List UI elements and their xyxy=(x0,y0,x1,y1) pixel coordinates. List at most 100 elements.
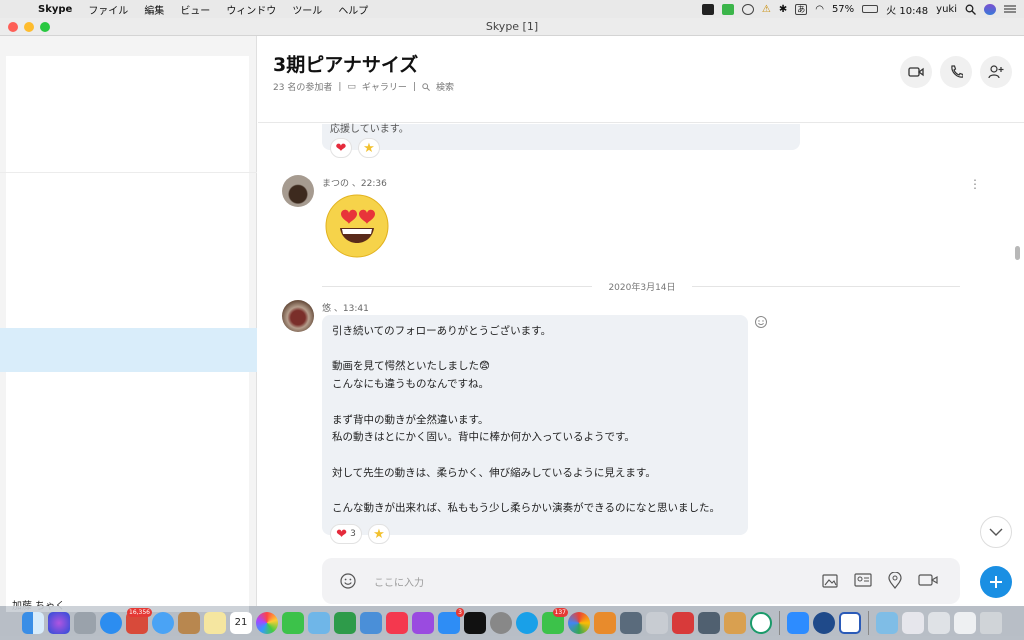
document-stack-icon[interactable] xyxy=(928,612,950,634)
media-status-icon[interactable] xyxy=(701,3,714,15)
facetime-icon[interactable] xyxy=(282,612,304,634)
app-icon[interactable] xyxy=(620,612,642,634)
video-call-button[interactable] xyxy=(900,56,932,88)
chat-scrollbar-thumb[interactable] xyxy=(1015,246,1020,260)
zoom-window-button[interactable] xyxy=(40,22,50,32)
dock-separator xyxy=(868,611,869,635)
chrome-icon[interactable] xyxy=(568,612,590,634)
badge: 137 xyxy=(552,608,568,617)
reaction-heart[interactable]: ❤ 3 xyxy=(330,524,362,544)
emoji-picker-icon[interactable] xyxy=(340,573,356,589)
photos-library-icon[interactable]: 16,356 xyxy=(126,608,152,634)
message-meta: まつの 、22:36 xyxy=(322,179,387,189)
subheader-separator: | xyxy=(338,81,342,92)
search-link[interactable]: 検索 xyxy=(436,80,454,93)
launchpad-icon[interactable] xyxy=(74,612,96,634)
message-bubble-previous[interactable]: 応援しています。 xyxy=(322,124,800,150)
heart-icon: ❤ xyxy=(335,140,347,156)
message-composer: ここに入力 xyxy=(322,558,960,604)
safari-extension-icon[interactable] xyxy=(646,612,668,634)
music-icon[interactable] xyxy=(386,612,408,634)
clock[interactable]: 火 10:48 xyxy=(886,2,928,17)
avatar[interactable] xyxy=(282,300,314,332)
dock-separator xyxy=(779,611,780,635)
video-camera-icon xyxy=(908,67,924,77)
menu-app-name[interactable]: Skype xyxy=(30,4,80,15)
app-store-icon[interactable]: 3 xyxy=(438,608,464,634)
trash-icon[interactable] xyxy=(980,612,1002,634)
preview-icon[interactable] xyxy=(308,612,330,634)
calendar-icon[interactable]: 21 xyxy=(230,612,252,634)
battery-icon[interactable] xyxy=(862,5,879,13)
participants-link[interactable]: 23 名の参加者 xyxy=(273,80,332,93)
avatar[interactable] xyxy=(282,175,314,207)
reaction-count: 3 xyxy=(350,529,356,539)
safari-icon[interactable] xyxy=(100,612,122,634)
keynote-icon[interactable] xyxy=(360,612,382,634)
contact-card-icon[interactable] xyxy=(854,572,872,588)
app-icon[interactable] xyxy=(672,612,694,634)
spotlight-search-icon[interactable] xyxy=(965,4,976,15)
document-stack-icon[interactable] xyxy=(954,612,976,634)
message-bubble[interactable]: 引き続いてのフォローありがとうございます。 動画を見て愕然といたしました😨 こん… xyxy=(322,315,748,535)
previous-message-text: 応援しています。 xyxy=(330,124,409,135)
mail-app-icon[interactable] xyxy=(698,612,720,634)
quicktime-icon[interactable] xyxy=(813,612,835,634)
user-name[interactable]: yuki xyxy=(936,4,957,15)
control-center-icon[interactable] xyxy=(1004,4,1016,14)
v-app-icon[interactable] xyxy=(839,612,861,634)
battery-percent[interactable]: 57% xyxy=(832,4,854,15)
add-reaction-icon[interactable] xyxy=(754,315,768,329)
close-window-button[interactable] xyxy=(8,22,18,32)
add-participant-button[interactable] xyxy=(980,56,1012,88)
numbers-icon[interactable] xyxy=(334,612,356,634)
ime-indicator[interactable]: あ xyxy=(795,3,808,15)
books-icon[interactable] xyxy=(594,612,616,634)
downloads-folder-icon[interactable] xyxy=(876,612,898,634)
menu-edit[interactable]: 編集 xyxy=(136,2,172,17)
line-dock-icon[interactable]: 137 xyxy=(542,608,568,634)
menu-help[interactable]: ヘルプ xyxy=(330,2,376,17)
messages-icon[interactable] xyxy=(152,612,174,634)
zoom-icon[interactable] xyxy=(787,612,809,634)
podcasts-icon[interactable] xyxy=(412,612,434,634)
menu-window[interactable]: ウィンドウ xyxy=(218,2,284,17)
add-content-button[interactable] xyxy=(980,566,1012,598)
skype-dock-icon[interactable] xyxy=(516,612,538,634)
sidebar-selected-conversation[interactable] xyxy=(0,328,257,372)
message-input[interactable]: ここに入力 xyxy=(374,574,424,589)
reaction-star[interactable]: ★ xyxy=(358,138,380,158)
location-pin-icon[interactable] xyxy=(888,572,902,589)
menu-tools[interactable]: ツール xyxy=(284,2,330,17)
apple-tv-icon[interactable] xyxy=(464,612,486,634)
siri-dock-icon[interactable] xyxy=(48,612,70,634)
reaction-star[interactable]: ★ xyxy=(368,524,390,544)
line-status-icon[interactable] xyxy=(721,3,734,15)
minimize-window-button[interactable] xyxy=(24,22,34,32)
chat-pane: 3期ピアナサイズ 23 名の参加者 | ▭ ギャラリー | 検索 応援しています… xyxy=(258,36,1024,606)
scroll-to-bottom-button[interactable] xyxy=(980,516,1012,548)
photos-icon[interactable] xyxy=(256,612,278,634)
reaction-heart[interactable]: ❤ xyxy=(330,138,352,158)
audio-call-button[interactable] xyxy=(940,56,972,88)
sync-status-icon[interactable] xyxy=(741,3,754,15)
siri-icon[interactable] xyxy=(984,3,996,15)
wifi-icon[interactable]: ◠ xyxy=(815,4,824,15)
bluetooth-icon[interactable]: ✱ xyxy=(779,4,787,15)
badge: 3 xyxy=(456,608,464,617)
menu-file[interactable]: ファイル xyxy=(80,2,136,17)
finder-icon[interactable] xyxy=(22,612,44,634)
evernote-icon[interactable] xyxy=(750,612,772,634)
video-message-icon[interactable] xyxy=(918,572,938,588)
system-preferences-icon[interactable] xyxy=(490,612,512,634)
media-gallery-icon[interactable] xyxy=(822,572,840,588)
menu-view[interactable]: ビュー xyxy=(172,2,218,17)
gallery-link[interactable]: ギャラリー xyxy=(362,80,407,93)
chevron-down-icon xyxy=(989,528,1003,536)
alpa-app-icon[interactable] xyxy=(724,612,746,634)
document-stack-icon[interactable] xyxy=(902,612,924,634)
notes-icon[interactable] xyxy=(204,612,226,634)
contacts-icon[interactable] xyxy=(178,612,200,634)
message-more-icon[interactable]: ⋮ xyxy=(969,177,981,191)
warning-icon[interactable]: ⚠ xyxy=(762,4,771,15)
